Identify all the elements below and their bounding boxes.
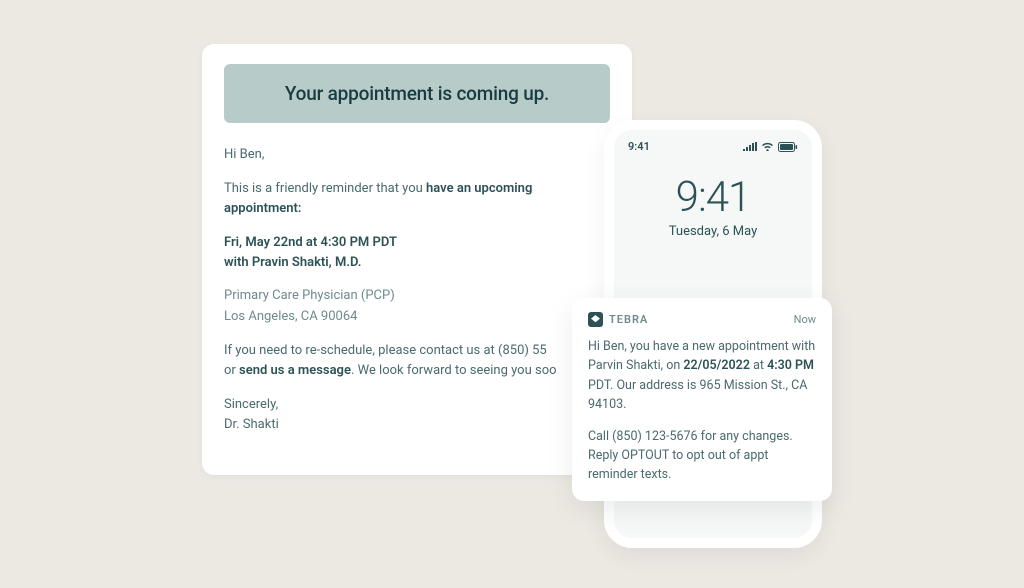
email-signoff-line2: Dr. Shakti <box>224 417 279 432</box>
notif-date: 22/05/2022 <box>683 358 750 373</box>
signal-icon <box>743 142 757 151</box>
email-reschedule-post: . We look forward to seeing you soo <box>351 363 557 378</box>
lock-screen-clock: 9:41 Tuesday, 6 May <box>614 173 812 239</box>
email-banner-title: Your appointment is coming up. <box>224 64 610 123</box>
email-intro-text: This is a friendly reminder that you <box>224 181 426 196</box>
notification-card[interactable]: TEBRA Now Hi Ben, you have a new appoint… <box>572 298 832 501</box>
wifi-icon <box>761 142 774 151</box>
email-appt-datetime: Fri, May 22nd at 4:30 PM PDT <box>224 235 397 250</box>
email-reschedule-pre: If you need to re-schedule, please conta… <box>224 343 547 358</box>
email-signoff: Sincerely, Dr. Shakti <box>224 395 610 435</box>
email-signoff-line1: Sincerely, <box>224 397 278 412</box>
email-intro: This is a friendly reminder that you hav… <box>224 179 610 219</box>
battery-icon <box>778 142 798 152</box>
email-provider-role: Primary Care Physician (PCP) <box>224 288 395 303</box>
status-time: 9:41 <box>628 140 650 153</box>
lock-date: Tuesday, 6 May <box>614 224 812 239</box>
notification-message-2: Call (850) 123-5676 for any changes. Rep… <box>588 427 816 485</box>
lock-time: 9:41 <box>614 173 812 222</box>
notification-app-name: TEBRA <box>609 313 788 326</box>
phone-status-bar: 9:41 <box>614 130 812 155</box>
email-greeting: Hi Ben, <box>224 145 610 165</box>
email-reschedule: If you need to re-schedule, please conta… <box>224 341 610 381</box>
notif-text-mid: at <box>750 358 767 373</box>
notif-text-post: PDT. Our address is 965 Mission St., CA … <box>588 378 807 412</box>
email-reminder-card: Your appointment is coming up. Hi Ben, T… <box>202 44 632 475</box>
email-appt-provider: with Pravin Shakti, M.D. <box>224 255 361 270</box>
notification-time: Now <box>794 313 816 326</box>
notification-message-1: Hi Ben, you have a new appointment with … <box>588 337 816 415</box>
email-appointment-block: Fri, May 22nd at 4:30 PM PDT with Pravin… <box>224 233 610 272</box>
email-message-link[interactable]: send us a message <box>239 363 351 378</box>
app-icon <box>588 312 603 327</box>
email-reschedule-or: or <box>224 363 239 378</box>
email-location: Los Angeles, CA 90064 <box>224 309 357 324</box>
notif-time-value: 4:30 PM <box>767 358 814 373</box>
email-location-block: Primary Care Physician (PCP) Los Angeles… <box>224 286 610 326</box>
